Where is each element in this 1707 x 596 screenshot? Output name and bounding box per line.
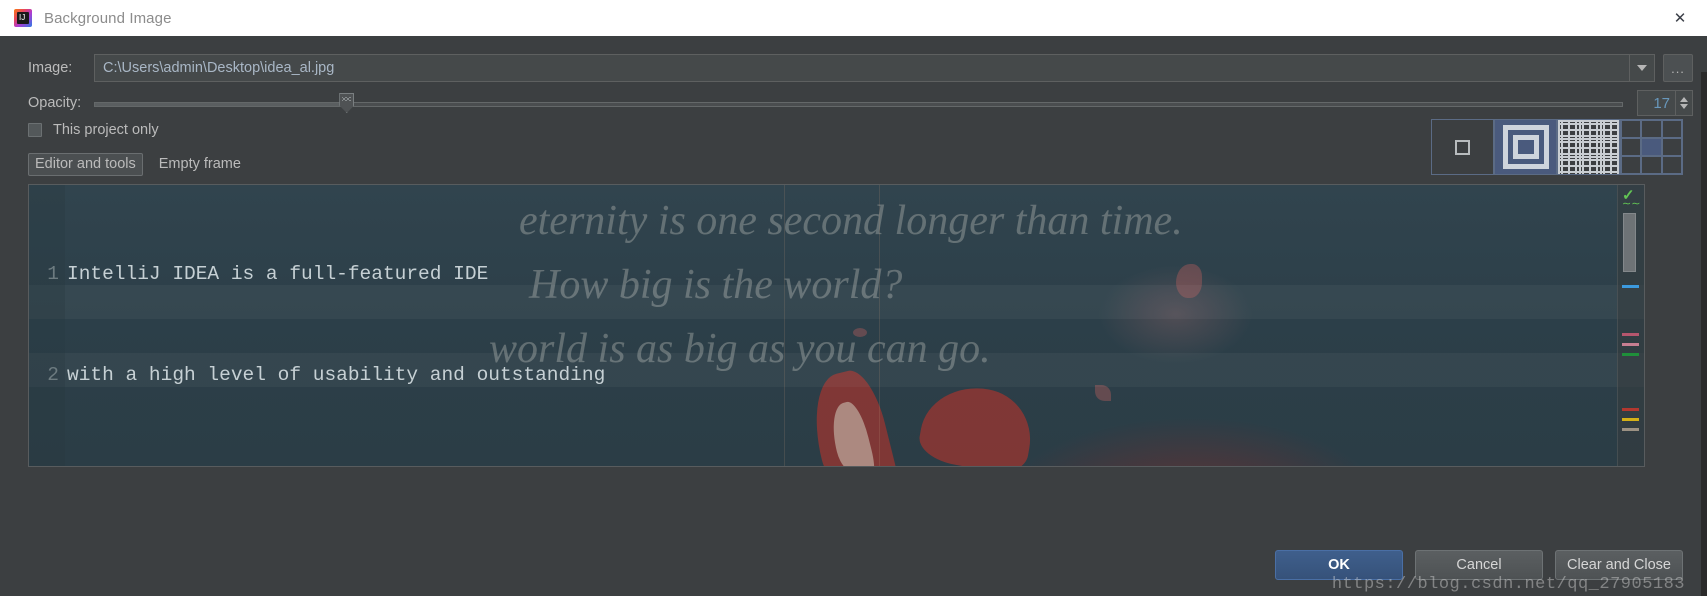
tile-fill-icon [1558, 120, 1619, 174]
preview-mode-tabs: Editor and tools Empty frame [28, 153, 248, 176]
anchor-cell-top-left[interactable] [1621, 120, 1642, 138]
this-project-only-label: This project only [53, 122, 159, 138]
line-number: 3 [29, 459, 59, 466]
title-bar: IJ Background Image ✕ [0, 0, 1707, 36]
fill-style-anchor-grid[interactable] [1620, 119, 1683, 175]
dialog-body: Image: C:\Users\admin\Desktop\idea_al.jp… [0, 36, 1707, 596]
tab-editor-and-tools[interactable]: Editor and tools [28, 153, 143, 176]
background-image-dialog: IJ Background Image ✕ Image: C:\Users\ad… [0, 0, 1707, 596]
editor-marker-gutter[interactable]: ✓ ∼∼ [1617, 185, 1644, 466]
line-text: IntelliJ IDEA is a full-featured IDE [67, 263, 489, 285]
marker-stripe [1622, 353, 1639, 356]
chevron-down-icon [1637, 65, 1647, 71]
anchor-cell-bottom-right[interactable] [1661, 156, 1682, 174]
tab-empty-frame[interactable]: Empty frame [152, 153, 248, 176]
browse-file-button[interactable]: ... [1663, 54, 1693, 82]
watermark-text: https://blog.csdn.net/qq_27905183 [1331, 575, 1685, 594]
this-project-only-checkbox[interactable]: This project only [28, 122, 159, 138]
image-path-input[interactable]: C:\Users\admin\Desktop\idea_al.jpg [94, 54, 1629, 82]
fill-style-scale-button[interactable] [1494, 119, 1557, 175]
window-title: Background Image [44, 9, 172, 27]
image-path-dropdown-button[interactable] [1629, 54, 1655, 82]
checkbox-box[interactable] [28, 123, 42, 137]
marker-stripe [1622, 285, 1639, 288]
fill-style-tile-button[interactable] [1557, 119, 1620, 175]
anchor-cell-top-right[interactable] [1661, 120, 1682, 138]
inspection-wave-icon: ∼∼ [1622, 198, 1641, 210]
fill-style-center-button[interactable] [1431, 119, 1494, 175]
spinner-down-icon[interactable] [1680, 104, 1688, 109]
editor-scrollbar-thumb[interactable] [1623, 213, 1636, 272]
center-fill-icon [1455, 139, 1470, 155]
anchor-cell-top-center[interactable] [1641, 120, 1662, 138]
line-number: 2 [47, 363, 59, 386]
marker-stripe [1622, 428, 1639, 431]
line-text: advanced code editing and refactoring su… [67, 464, 605, 466]
code-line: 1 IntelliJ IDEA is a full-featured IDE [29, 258, 1644, 292]
image-label: Image: [28, 60, 73, 76]
marker-stripe [1622, 408, 1639, 411]
line-text: with a high level of usability and outst… [67, 363, 606, 386]
anchor-cell-bottom-center[interactable] [1641, 156, 1662, 174]
intellij-idea-icon: IJ [14, 9, 32, 27]
image-path-row: Image: C:\Users\admin\Desktop\idea_al.jp… [0, 52, 1707, 84]
scale-fill-icon [1502, 125, 1549, 169]
opacity-slider-fill [95, 103, 348, 106]
opacity-label: Opacity: [28, 95, 82, 111]
marker-stripe [1622, 333, 1639, 336]
anchor-cell-bottom-left[interactable] [1621, 156, 1642, 174]
marker-stripe [1622, 418, 1639, 421]
anchor-cell-middle-center[interactable] [1641, 138, 1662, 156]
anchor-cell-middle-left[interactable] [1621, 138, 1642, 156]
editor-preview[interactable]: eternity is one second longer than time.… [28, 184, 1645, 467]
code-line: 3 advanced code editing and refactoring s… [29, 459, 1644, 466]
line-number: 1 [47, 263, 59, 285]
fill-style-buttons [1431, 119, 1683, 175]
editor-code-preview: 1 IntelliJ IDEA is a full-featured IDE 2w… [29, 191, 1644, 466]
close-icon[interactable]: ✕ [1653, 0, 1707, 36]
marker-stripe [1622, 343, 1639, 346]
opacity-row: Opacity: 17 [0, 88, 1707, 118]
anchor-cell-middle-right[interactable] [1661, 138, 1682, 156]
spinner-up-icon[interactable] [1680, 97, 1688, 102]
window-resize-edge[interactable] [1701, 72, 1707, 596]
opacity-spinner-buttons[interactable] [1675, 91, 1692, 115]
opacity-slider[interactable] [94, 90, 1623, 116]
opacity-slider-thumb[interactable] [339, 93, 355, 113]
opacity-stepper[interactable]: 17 [1637, 90, 1693, 116]
opacity-value[interactable]: 17 [1638, 91, 1675, 115]
code-line: 2 with a high level of usability and outs… [29, 359, 1644, 393]
